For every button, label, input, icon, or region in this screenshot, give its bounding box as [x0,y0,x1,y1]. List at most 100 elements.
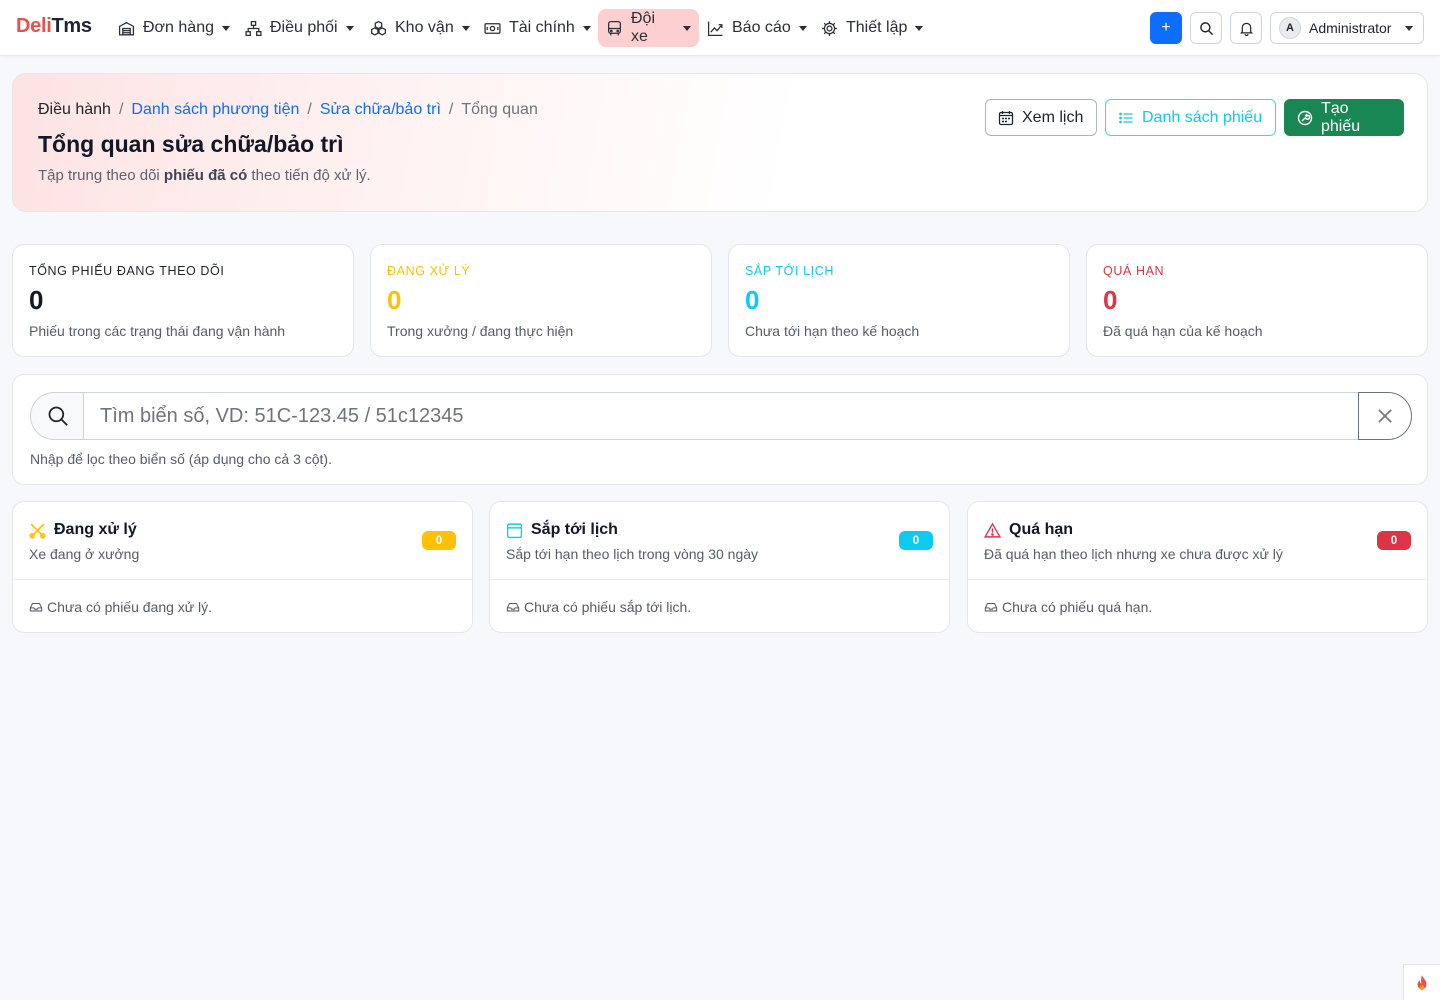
nav-item-orders[interactable]: Đơn hàng [110,9,238,47]
count-badge: 0 [422,531,456,550]
create-ticket-label: Tạo phiếu [1321,99,1361,135]
chevron-down-icon [221,25,230,31]
nav-item-warehouse[interactable]: Kho vận [362,9,478,47]
chevron-down-icon [798,25,807,31]
stat-description: Trong xưởng / đang thực hiện [387,323,574,339]
column-title: Quá hạn [984,521,1073,539]
nav-item-reports[interactable]: Báo cáo [699,9,815,47]
chevron-down-icon [1405,26,1413,31]
nav-item-dispatch[interactable]: Điều phối [237,9,362,47]
subtitle-text: theo tiến độ xử lý. [247,167,371,184]
stat-value: 0 [29,285,44,315]
inbox-icon [506,600,520,614]
debug-toolbar-button[interactable] [1403,964,1440,1000]
breadcrumb-item-vehicles[interactable]: Danh sách phương tiện [131,101,299,119]
nav-label: Đơn hàng [143,19,214,36]
view-calendar-button[interactable]: Xem lịch [985,99,1097,136]
chevron-down-icon [683,25,691,31]
stat-card-overdue: QUÁ HẠN 0 Đã quá hạn của kế hoạch [1086,244,1428,357]
stat-description: Đã quá hạn của kế hoạch [1103,323,1263,339]
column-title: Sắp tới lịch [506,521,618,539]
cash-icon [484,20,501,37]
breadcrumb-item-operations[interactable]: Điều hành [38,101,111,119]
ticket-list-button[interactable]: Danh sách phiếu [1105,99,1276,136]
stat-card-in-progress: ĐANG XỬ LÝ 0 Trong xưởng / đang thực hiệ… [370,244,712,357]
page-subtitle: Tập trung theo dõi phiếu đã có theo tiến… [38,167,371,184]
stat-description: Chưa tới hạn theo kế hoạch [745,323,920,339]
inbox-icon [29,600,43,614]
list-icon [1118,110,1134,126]
chevron-down-icon [345,25,354,31]
count-badge: 0 [899,531,933,550]
brand-part1: Deli [16,15,52,37]
avatar: A [1279,17,1301,39]
breadcrumb-item-current: Tổng quan [461,101,538,118]
empty-state-text: Chưa có phiếu quá hạn. [1002,599,1153,615]
search-help-text: Nhập để lọc theo biển số (áp dụng cho cả… [30,451,332,467]
bus-icon [606,20,623,37]
plus-icon: + [1161,19,1171,36]
search-icon [30,392,84,440]
create-ticket-button[interactable]: Tạo phiếu [1284,99,1404,136]
breadcrumb-separator: / [448,101,454,118]
plate-search-input[interactable] [83,392,1359,440]
tools-icon [29,522,46,539]
brand-logo[interactable]: DeliTms [16,15,92,38]
nav-item-settings[interactable]: Thiết lập [813,9,931,47]
stat-card-total: TỔNG PHIẾU ĐANG THEO DÕI 0 Phiếu trong c… [12,244,354,357]
nav-label: Điều phối [270,19,338,36]
graph-up-icon [707,20,724,37]
gear-icon [821,20,838,37]
nav-item-finance[interactable]: Tài chính [476,9,599,47]
column-in-progress: Đang xử lý Xe đang ở xưởng 0 Chưa có phi… [12,501,473,633]
column-subtitle: Đã quá hạn theo lịch nhưng xe chưa được … [984,546,1283,562]
column-upcoming: Sắp tới lịch Sắp tới hạn theo lịch trong… [489,501,950,633]
quick-add-button[interactable]: + [1150,12,1182,44]
stat-value: 0 [387,285,402,315]
page-header-card: Điều hành / Danh sách phương tiện / Sửa … [12,73,1428,212]
nav-item-fleet[interactable]: Đội xe [598,9,699,47]
boxes-icon [370,20,387,37]
nav-label: Tài chính [509,19,575,36]
column-title-text: Sắp tới lịch [531,521,618,538]
column-header: Đang xử lý Xe đang ở xưởng 0 [13,502,472,580]
empty-state-text: Chưa có phiếu sắp tới lịch. [524,599,692,615]
stat-label: TỔNG PHIẾU ĐANG THEO DÕI [29,264,225,278]
clear-search-button[interactable] [1358,392,1412,440]
empty-state: Chưa có phiếu quá hạn. [984,599,1152,615]
breadcrumb-item-maintenance[interactable]: Sửa chữa/bảo trì [320,101,441,119]
column-header: Quá hạn Đã quá hạn theo lịch nhưng xe ch… [968,502,1427,580]
brand-part2: Tms [51,15,92,37]
nav-label: Đội xe [631,10,656,45]
ticket-list-label: Danh sách phiếu [1142,108,1263,126]
notifications-button[interactable] [1230,12,1262,44]
chevron-down-icon [582,25,591,31]
column-title: Đang xử lý [29,521,137,539]
chevron-down-icon [915,25,924,31]
empty-state: Chưa có phiếu sắp tới lịch. [506,599,691,615]
nav-label: Kho vận [395,19,454,36]
user-menu-button[interactable]: A Administrator [1270,12,1424,44]
search-button[interactable] [1190,12,1222,44]
stat-card-upcoming: SẮP TỚI LỊCH 0 Chưa tới hạn theo kế hoạc… [728,244,1070,357]
stat-description: Phiếu trong các trạng thái đang vận hành [29,323,286,339]
top-navbar: DeliTms Đơn hàng Điều phối Kho vận Tài c… [0,0,1440,56]
subtitle-emphasis: phiếu đã có [163,167,248,184]
calendar-icon [506,522,523,539]
page-title: Tổng quan sửa chữa/bảo trì [38,131,344,157]
empty-state: Chưa có phiếu đang xử lý. [29,599,212,615]
chevron-down-icon [461,25,470,31]
breadcrumb-separator: / [307,101,312,118]
flame-icon [1413,974,1431,992]
warning-icon [984,522,1001,539]
nav-label: Thiết lập [846,19,908,36]
stat-label: SẮP TỚI LỊCH [745,264,835,278]
column-overdue: Quá hạn Đã quá hạn theo lịch nhưng xe ch… [967,501,1428,633]
column-title-text: Đang xử lý [54,521,137,538]
column-header: Sắp tới lịch Sắp tới hạn theo lịch trong… [490,502,949,580]
search-icon [1199,21,1214,36]
column-subtitle: Sắp tới hạn theo lịch trong vòng 30 ngày [506,546,759,562]
breadcrumb-separator: / [118,101,124,118]
empty-state-text: Chưa có phiếu đang xử lý. [47,599,213,615]
inbox-icon [984,600,998,614]
